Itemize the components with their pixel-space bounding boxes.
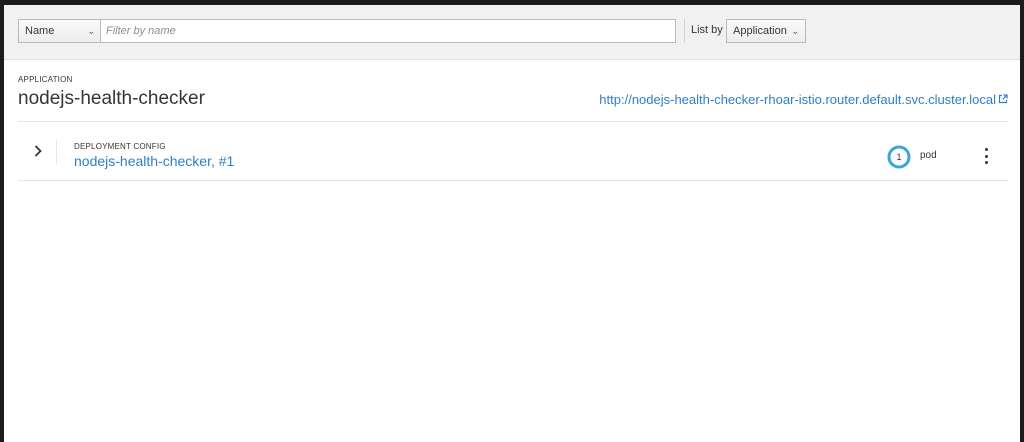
deployment-link[interactable]: nodejs-health-checker <box>74 153 211 169</box>
row-divider <box>56 140 57 164</box>
pod-label: pod <box>920 150 937 161</box>
pod-count: 1 <box>896 152 902 162</box>
route-link[interactable]: http://nodejs-health-checker-rhoar-istio… <box>599 92 1008 107</box>
list-by-select[interactable]: Application ⌄ <box>726 19 806 43</box>
kebab-menu-icon[interactable] <box>980 148 992 164</box>
filter-type-value: Name <box>25 25 55 37</box>
toolbar-divider <box>684 19 685 43</box>
list-by-value: Application <box>733 25 787 37</box>
filter-group: Name ⌄ <box>18 19 676 43</box>
filter-input[interactable] <box>101 20 675 42</box>
deployment-separator: , <box>210 153 215 169</box>
route-url: http://nodejs-health-checker-rhoar-istio… <box>599 92 996 107</box>
section-divider <box>18 180 1008 181</box>
filter-toolbar: Name ⌄ List by Application ⌄ <box>4 5 1020 60</box>
list-by-label: List by <box>691 24 723 36</box>
chevron-down-icon: ⌄ <box>791 25 799 36</box>
deployment-title: nodejs-health-checker, #1 <box>74 153 234 169</box>
filter-type-select[interactable]: Name ⌄ <box>19 20 101 42</box>
chevron-down-icon: ⌄ <box>87 25 95 36</box>
chevron-right-icon <box>34 145 42 157</box>
expand-toggle[interactable] <box>28 141 48 161</box>
external-link-icon <box>998 94 1008 104</box>
deployment-version-link[interactable]: #1 <box>219 153 235 169</box>
overview-page: Name ⌄ List by Application ⌄ APPLICATION… <box>4 5 1020 442</box>
application-header: APPLICATION nodejs-health-checker http:/… <box>18 75 1008 110</box>
deployment-config-row: DEPLOYMENT CONFIG nodejs-health-checker,… <box>18 122 1008 180</box>
deployment-caption: DEPLOYMENT CONFIG <box>74 142 166 151</box>
application-caption: APPLICATION <box>18 75 73 84</box>
